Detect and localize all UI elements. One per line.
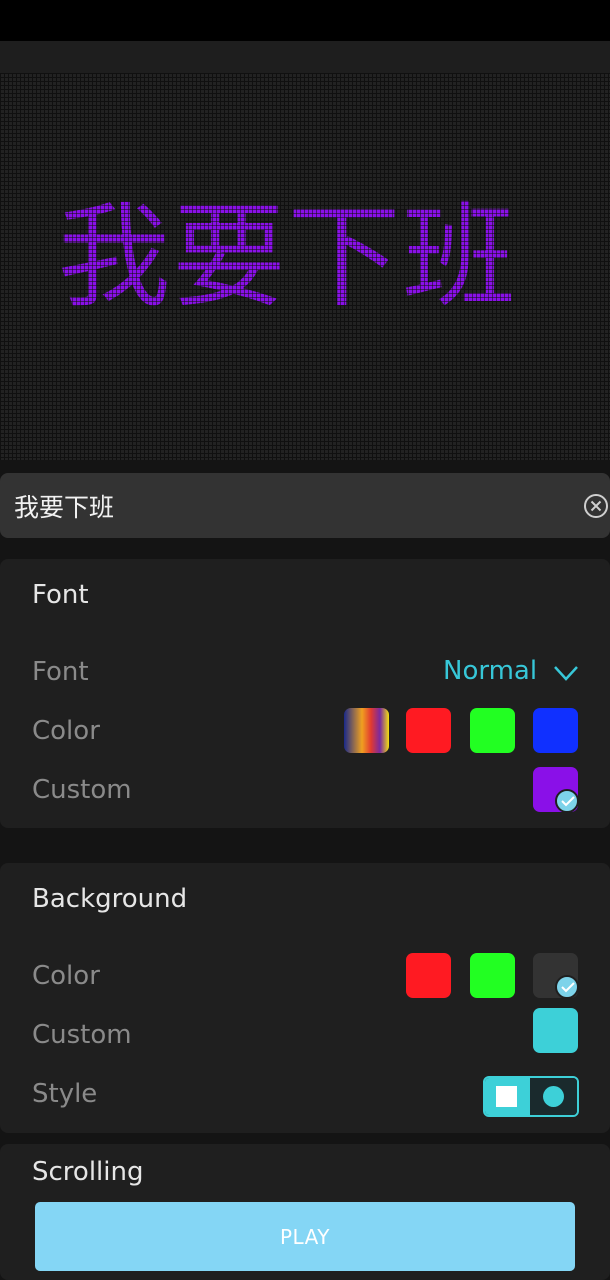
- background-section-title: Background: [32, 884, 188, 914]
- background-color-green-swatch[interactable]: [470, 953, 515, 998]
- status-bar: [0, 0, 610, 41]
- background-color-label: Color: [32, 961, 100, 991]
- font-color-green-swatch[interactable]: [470, 708, 515, 753]
- led-preview: 我要下班: [0, 73, 610, 460]
- led-preview-text: 我要下班: [57, 191, 518, 323]
- background-style-label: Style: [32, 1079, 98, 1109]
- top-strip: [0, 41, 610, 73]
- background-custom-label: Custom: [32, 1020, 132, 1050]
- clear-icon[interactable]: [582, 492, 610, 520]
- font-color-gradient-swatch[interactable]: [344, 708, 389, 753]
- text-input[interactable]: 我要下班: [0, 473, 610, 538]
- font-label: Font: [32, 657, 89, 687]
- background-custom-color-swatch[interactable]: [533, 1008, 578, 1053]
- text-input-value: 我要下班: [14, 493, 115, 522]
- play-button[interactable]: PLAY: [35, 1202, 575, 1271]
- background-style-toggle[interactable]: [483, 1076, 579, 1117]
- circle-icon: [543, 1086, 564, 1107]
- square-style-option[interactable]: [485, 1078, 530, 1115]
- check-icon: [555, 975, 579, 999]
- background-color-red-swatch[interactable]: [406, 953, 451, 998]
- chevron-down-icon[interactable]: [553, 664, 579, 686]
- check-icon: [555, 789, 579, 813]
- circle-style-option[interactable]: [530, 1078, 577, 1115]
- font-color-label: Color: [32, 716, 100, 746]
- font-custom-label: Custom: [32, 775, 132, 805]
- font-select[interactable]: Normal: [443, 656, 537, 686]
- font-section-title: Font: [32, 580, 89, 610]
- square-icon: [496, 1086, 517, 1107]
- scrolling-section-title: Scrolling: [32, 1157, 144, 1187]
- font-color-blue-swatch[interactable]: [533, 708, 578, 753]
- font-color-red-swatch[interactable]: [406, 708, 451, 753]
